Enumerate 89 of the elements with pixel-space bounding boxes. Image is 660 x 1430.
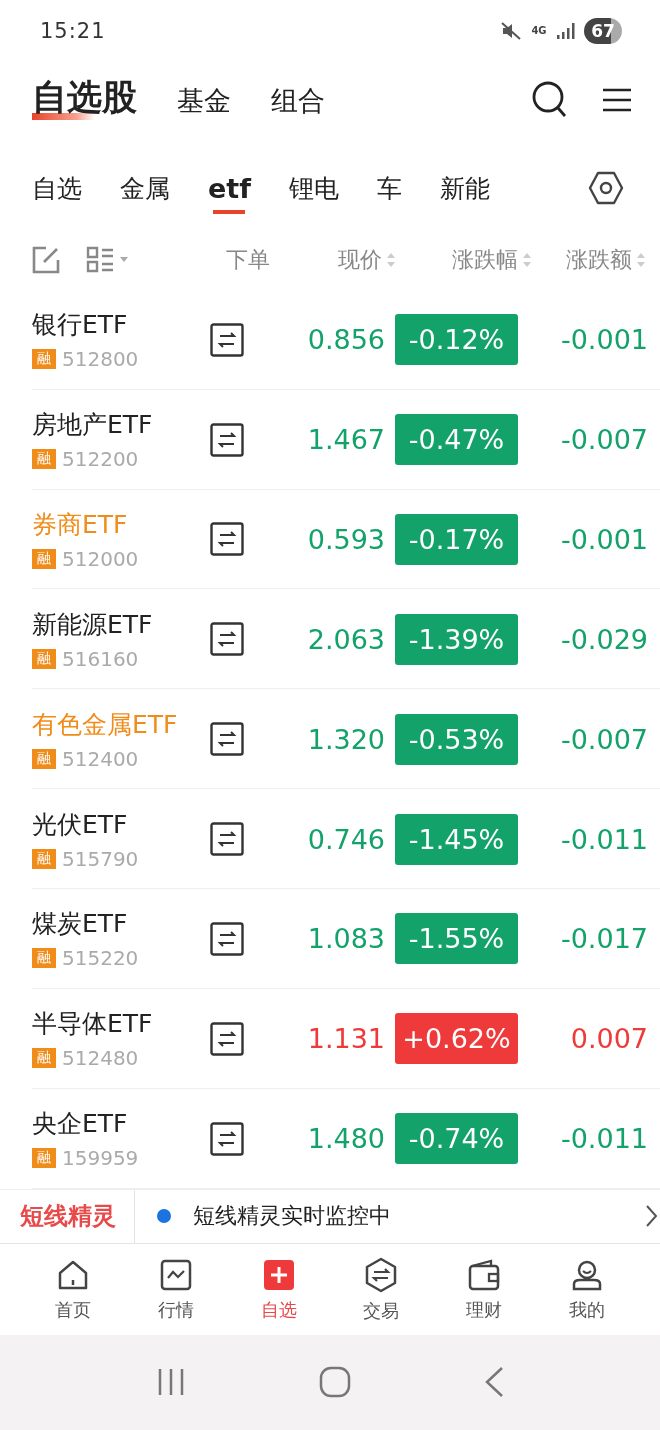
- change-amount: -0.029: [559, 623, 648, 655]
- margin-tag: 融: [32, 748, 56, 769]
- order-icon[interactable]: [210, 722, 244, 757]
- stock-code: 512400: [62, 746, 139, 771]
- price-value: 1.131: [306, 1023, 385, 1055]
- column-header[interactable]: 涨跌额: [566, 245, 632, 276]
- header-tab[interactable]: 组合: [271, 83, 325, 126]
- mute-icon: [500, 20, 522, 41]
- change-amount: -0.011: [559, 823, 648, 855]
- group-tab[interactable]: 新能: [439, 146, 490, 231]
- back-icon[interactable]: [483, 1366, 504, 1399]
- stock-code: 512200: [62, 447, 139, 472]
- stock-name[interactable]: 煤炭ETF: [32, 907, 202, 941]
- price-value: 1.320: [306, 723, 385, 755]
- stock-name[interactable]: 半导体ETF: [32, 1007, 202, 1041]
- group-tab[interactable]: 车: [376, 146, 402, 231]
- chevron-right-icon[interactable]: [646, 1205, 658, 1228]
- price-value: 1.480: [306, 1123, 385, 1155]
- price-value: 1.467: [306, 424, 385, 456]
- margin-tag: 融: [32, 648, 56, 669]
- stock-code: 512800: [62, 347, 139, 372]
- nav-tab[interactable]: 行情: [141, 1257, 211, 1322]
- nav-tab[interactable]: 我的: [551, 1257, 622, 1322]
- signal-icon: [556, 21, 576, 40]
- nav-tab[interactable]: 交易: [346, 1256, 417, 1323]
- settings-icon[interactable]: [588, 171, 624, 206]
- margin-tag: 融: [32, 548, 56, 569]
- plus-icon: [261, 1257, 296, 1292]
- header-tab[interactable]: 基金: [177, 83, 231, 126]
- change-amount: -0.001: [559, 523, 648, 555]
- stock-code: 512000: [62, 546, 139, 571]
- live-dot-icon: [157, 1209, 171, 1224]
- change-amount: -0.007: [559, 424, 648, 456]
- stock-name[interactable]: 央企ETF: [32, 1107, 202, 1141]
- change-percent[interactable]: +0.62%: [395, 1013, 518, 1065]
- banner-title[interactable]: 短线精灵: [0, 1189, 135, 1244]
- nav-tab[interactable]: 理财: [448, 1257, 519, 1322]
- change-amount: -0.001: [559, 324, 648, 356]
- column-header[interactable]: 现价: [338, 245, 382, 276]
- order-icon[interactable]: [210, 1021, 244, 1056]
- group-tab[interactable]: 锂电: [288, 146, 339, 231]
- order-icon[interactable]: [210, 422, 244, 457]
- price-value: 1.083: [306, 923, 385, 955]
- nav-tab[interactable]: 首页: [38, 1257, 109, 1322]
- stock-name[interactable]: 银行ETF: [32, 308, 202, 342]
- change-amount: -0.017: [559, 923, 648, 955]
- banner-message[interactable]: 短线精灵实时监控中: [171, 1201, 646, 1232]
- column-header[interactable]: 涨跌幅: [452, 245, 518, 276]
- column-header: 下单: [225, 246, 271, 275]
- exchange-icon: [364, 1256, 399, 1293]
- margin-tag: 融: [32, 1148, 56, 1169]
- change-amount: -0.007: [559, 723, 648, 755]
- chart-icon: [159, 1257, 193, 1292]
- group-tab[interactable]: 自选: [32, 146, 82, 231]
- stock-code: 512480: [62, 1046, 139, 1071]
- stock-name[interactable]: 新能源ETF: [32, 607, 202, 641]
- stock-name[interactable]: 光伏ETF: [32, 807, 202, 841]
- menu-icon[interactable]: [602, 87, 632, 112]
- order-icon[interactable]: [210, 322, 244, 357]
- change-amount: 0.007: [569, 1023, 648, 1055]
- group-tab[interactable]: 金属: [120, 146, 170, 231]
- margin-tag: 融: [32, 848, 56, 869]
- battery-indicator: 67: [584, 17, 622, 44]
- order-icon[interactable]: [210, 921, 244, 956]
- margin-tag: 融: [32, 948, 56, 969]
- stock-name[interactable]: 房地产ETF: [32, 408, 202, 442]
- margin-tag: 融: [32, 449, 56, 470]
- margin-tag: 融: [32, 1048, 56, 1069]
- stock-code: 515790: [62, 846, 139, 871]
- order-icon[interactable]: [210, 822, 244, 857]
- network-label: 4G: [530, 25, 548, 36]
- stock-code: 516160: [62, 646, 139, 671]
- stock-code: 159959: [62, 1146, 139, 1171]
- stock-code: 515220: [62, 946, 139, 971]
- change-amount: -0.011: [559, 1123, 648, 1155]
- order-icon[interactable]: [210, 1121, 244, 1156]
- margin-tag: 融: [32, 349, 56, 370]
- order-icon[interactable]: [210, 522, 244, 557]
- price-value: 0.856: [306, 324, 385, 356]
- wallet-icon: [466, 1257, 501, 1292]
- price-value: 2.063: [306, 623, 385, 655]
- order-icon[interactable]: [210, 622, 244, 657]
- price-value: 0.746: [306, 823, 385, 855]
- price-value: 0.593: [306, 523, 385, 555]
- search-icon[interactable]: [532, 80, 568, 119]
- status-time: 15:21: [40, 18, 107, 43]
- nav-tab[interactable]: 自选: [243, 1257, 314, 1322]
- home-button-icon[interactable]: [319, 1366, 351, 1399]
- edit-icon[interactable]: [32, 246, 60, 275]
